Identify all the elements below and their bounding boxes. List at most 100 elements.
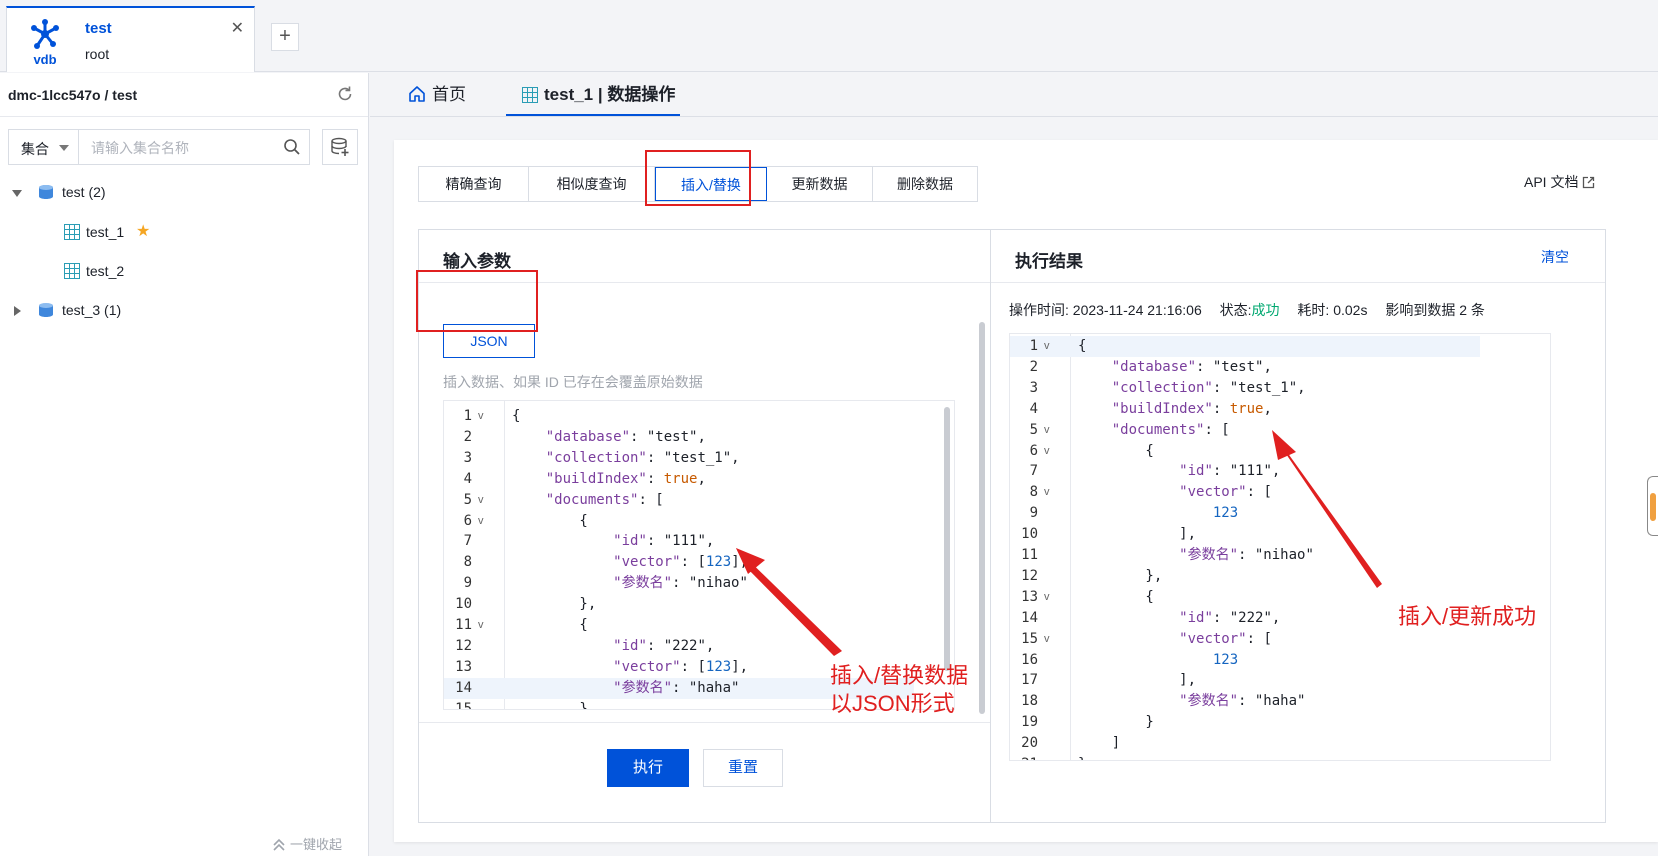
tab-similarity-query[interactable]: 相似度查询 — [529, 167, 655, 201]
code-line: { — [1078, 442, 1154, 459]
time-label: 操作时间: — [1009, 302, 1069, 318]
search-scope-label: 集合 — [21, 141, 49, 157]
close-icon[interactable]: ✕ — [231, 18, 244, 38]
add-connection-button[interactable]: + — [271, 23, 299, 51]
result-code-editor[interactable]: 1 v{2 "database": "test", 3 "collection": … — [1009, 333, 1551, 761]
table-icon — [522, 87, 538, 103]
code-line: "collection": "test_1", — [1111, 379, 1306, 396]
code-line: "参数名": "nihao" — [613, 575, 748, 592]
tab-delete-data[interactable]: 删除数据 — [873, 167, 977, 201]
search-icon[interactable] — [283, 138, 301, 156]
line-number: 2 — [463, 428, 472, 445]
affected-count: 影响到数据 2 条 — [1385, 302, 1485, 318]
fold-chevron-icon[interactable]: v — [1044, 336, 1050, 357]
database-icon — [39, 185, 53, 199]
refresh-icon[interactable] — [336, 85, 354, 103]
side-drawer-handle[interactable] — [1647, 476, 1658, 536]
fold-chevron-icon[interactable]: v — [1044, 629, 1050, 650]
table-icon — [64, 263, 80, 279]
external-link-icon — [1583, 176, 1595, 189]
code-line: 123 — [1212, 651, 1239, 668]
collapse-all-button[interactable]: 一键收起 — [272, 834, 342, 853]
code-line: } — [1078, 714, 1154, 731]
input-panel-footer: 执行 重置 — [419, 722, 990, 823]
search-scope-select[interactable]: 集合 — [9, 130, 79, 164]
panel-scrollbar[interactable] — [979, 322, 985, 714]
line-number: 7 — [463, 533, 472, 550]
vdb-logo-icon — [31, 19, 59, 49]
fold-chevron-icon[interactable]: v — [478, 615, 484, 636]
highlight-box-insert-tab — [645, 150, 751, 206]
code-line: "id": "222", — [1179, 609, 1281, 626]
connection-tab[interactable]: vdb test root ✕ — [6, 6, 255, 72]
tab-exact-query[interactable]: 精确查询 — [419, 167, 529, 201]
collection-search: 集合 — [8, 129, 310, 165]
line-number: 14 — [455, 679, 472, 696]
line-number: 4 — [463, 470, 472, 487]
operation-card: 精确查询 相似度查询 插入/替换 更新数据 删除数据 API 文档 输入参数 J… — [394, 140, 1658, 842]
line-number: 15 — [1021, 630, 1038, 647]
star-icon[interactable]: ★ — [136, 221, 150, 241]
tab-data-operation[interactable]: test_1 | 数据操作 — [506, 73, 680, 116]
code-line: "id": "222", — [613, 637, 715, 654]
code-line: "database": "test", — [545, 428, 706, 445]
tab-update-data[interactable]: 更新数据 — [767, 167, 873, 201]
line-number: 21 — [1010, 754, 1038, 760]
tab-home[interactable]: 首页 — [408, 73, 488, 116]
code-line: "id": "111", — [1179, 463, 1281, 480]
fold-chevron-icon[interactable]: v — [1044, 420, 1050, 441]
line-number: 6 — [1029, 442, 1038, 459]
code-line: 123 — [1212, 505, 1239, 522]
table-icon — [64, 224, 80, 240]
fold-chevron-icon[interactable]: v — [1044, 482, 1050, 503]
fold-chevron-icon[interactable]: v — [478, 490, 484, 511]
line-number: 9 — [463, 575, 472, 592]
connection-tab-bar: vdb test root ✕ + — [0, 0, 1658, 72]
code-line: { — [1078, 338, 1087, 354]
tree-label: test_2 — [86, 263, 125, 279]
line-number: 12 — [455, 637, 472, 654]
fold-chevron-icon[interactable]: v — [478, 406, 484, 427]
tree-db-test-3[interactable]: test_3 (1) — [0, 299, 360, 323]
line-number: 10 — [1021, 526, 1038, 543]
tree-collection-test-2[interactable]: test_2 — [0, 259, 360, 283]
connection-name: test — [85, 20, 112, 37]
line-number: 5 — [1029, 421, 1038, 438]
fold-chevron-icon[interactable]: v — [478, 511, 484, 532]
code-line: } — [512, 700, 588, 710]
code-line: }, — [512, 596, 597, 613]
vdb-logo: vdb — [23, 16, 67, 67]
line-number: 11 — [1021, 547, 1038, 563]
sidebar-header: dmc-1lcc547o / test — [0, 73, 368, 117]
line-number: 13 — [1021, 588, 1038, 605]
cost-label: 耗时: — [1297, 302, 1330, 318]
search-input[interactable] — [81, 132, 283, 164]
line-number: 12 — [1021, 567, 1038, 584]
home-icon — [409, 86, 425, 102]
code-line: { — [512, 512, 588, 529]
reset-button[interactable]: 重置 — [703, 749, 783, 787]
caret-right-icon[interactable] — [14, 306, 21, 316]
fold-chevron-icon[interactable]: v — [1044, 441, 1050, 462]
fold-chevron-icon[interactable]: v — [1044, 587, 1050, 608]
editor-scrollbar[interactable] — [944, 407, 950, 671]
execute-button[interactable]: 执行 — [607, 749, 689, 787]
line-number: 17 — [1021, 672, 1038, 689]
line-number: 9 — [1029, 505, 1038, 522]
code-line: ], — [1078, 672, 1197, 689]
caret-down-icon[interactable] — [12, 190, 22, 197]
tab-label: test_1 | 数据操作 — [544, 85, 676, 104]
line-number: 14 — [1021, 609, 1038, 626]
api-doc-label: API 文档 — [1524, 174, 1579, 190]
code-line: "database": "test", — [1111, 358, 1272, 375]
clear-button[interactable]: 清空 — [1541, 247, 1569, 267]
code-line: { — [1078, 588, 1154, 605]
line-number: 13 — [455, 658, 472, 675]
line-number: 11 — [455, 617, 472, 633]
tree-collection-test-1[interactable]: test_1 ★ — [0, 220, 360, 244]
api-doc-link[interactable]: API 文档 — [1524, 172, 1595, 192]
main-tab-bar: 首页 test_1 | 数据操作 — [370, 73, 1658, 117]
add-database-button[interactable] — [322, 129, 358, 165]
sidebar: dmc-1lcc547o / test 集合 请输入集合名称 test (2) … — [0, 73, 369, 856]
tree-db-test[interactable]: test (2) — [0, 181, 360, 205]
